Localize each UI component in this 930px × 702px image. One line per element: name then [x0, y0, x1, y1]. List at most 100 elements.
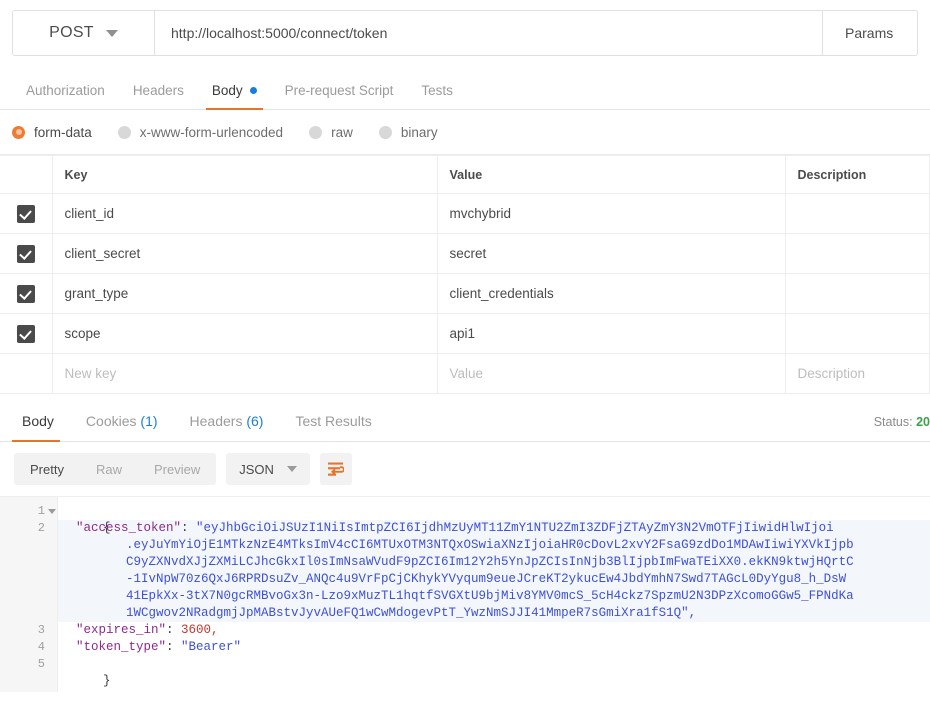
code-content: { "access_token": "eyJhbGciOiJSUzI1NiIsI…: [58, 497, 930, 692]
row-key-input[interactable]: grant_type: [51, 273, 438, 314]
json-colon: :: [166, 623, 182, 637]
chevron-down-icon: [286, 466, 297, 472]
response-tab-headers-count: (6): [246, 413, 264, 429]
modified-dot-icon: [249, 87, 257, 94]
tab-headers[interactable]: Headers: [119, 83, 198, 109]
format-mode-raw[interactable]: Raw: [80, 453, 138, 485]
code-line-4: "token_type": "Bearer": [58, 639, 930, 656]
row-value-input[interactable]: mvchybrid: [436, 193, 786, 234]
language-selector[interactable]: JSON: [226, 453, 310, 485]
json-value-access-token-part-6: 1WCgwov2NRadgmjJpMABstvJyvAUeFQ1wCwMdoge…: [58, 605, 930, 622]
http-method-label: POST: [49, 24, 94, 41]
checkbox-checked-icon[interactable]: [16, 324, 35, 343]
line-number: 1: [37, 504, 45, 518]
new-key-input[interactable]: New key: [51, 353, 438, 394]
url-bar: POST http://localhost:5000/connect/token…: [12, 10, 918, 56]
json-key-access-token: "access_token": [76, 521, 182, 535]
new-description-input[interactable]: Description: [784, 353, 930, 394]
new-row-checkbox-cell: [0, 353, 53, 394]
tab-authorization[interactable]: Authorization: [12, 83, 119, 109]
json-close-brace: }: [103, 674, 111, 688]
word-wrap-icon: [328, 462, 345, 476]
language-selector-label: JSON: [239, 461, 274, 477]
format-mode-group: Pretty Raw Preview: [14, 453, 217, 485]
status-code: 20: [916, 415, 930, 429]
http-method-selector[interactable]: POST: [13, 11, 155, 55]
body-type-binary[interactable]: binary: [378, 124, 438, 140]
body-type-binary-label: binary: [400, 124, 438, 140]
body-type-radio-group: form-data x-www-form-urlencoded raw bina…: [0, 110, 930, 155]
row-key-input[interactable]: client_secret: [51, 233, 438, 274]
json-value-access-token-part-1: "eyJhbGciOiJSUzI1NiIsImtpZCI6IjdhMzUyMT1…: [196, 521, 834, 535]
tab-tests[interactable]: Tests: [407, 83, 467, 109]
tab-headers-label: Headers: [132, 83, 184, 98]
line-number: 5: [37, 657, 45, 671]
json-value-access-token-part-3: C9yZXNvdXJjZXMiLCJhcGkxIl0sImNsaWVudF9pZ…: [58, 554, 930, 571]
row-description-input[interactable]: [784, 313, 930, 354]
json-value-expires-in: 3600,: [181, 623, 219, 637]
tab-body[interactable]: Body: [198, 83, 271, 110]
code-line-2: "access_token": "eyJhbGciOiJSUzI1NiIsImt…: [58, 520, 930, 537]
table-header-description: Description: [784, 155, 930, 194]
radio-unselected-icon: [117, 125, 131, 139]
row-value-input[interactable]: client_credentials: [436, 273, 786, 314]
json-colon: :: [166, 640, 182, 654]
table-header-value: Value: [436, 155, 786, 194]
response-tab-test-results-label: Test Results: [295, 413, 372, 429]
word-wrap-button[interactable]: [319, 453, 352, 485]
checkbox-checked-icon[interactable]: [16, 204, 35, 223]
response-tab-body-label: Body: [22, 413, 54, 429]
response-body-viewer[interactable]: 1 2 3 4 5 { "access_token": "eyJhbGciOiJ…: [0, 496, 930, 692]
checkbox-checked-icon[interactable]: [16, 244, 35, 263]
response-tab-headers-label: Headers: [189, 413, 243, 429]
code-gutter: 1 2 3 4 5: [0, 497, 58, 692]
table-row: grant_type client_credentials: [0, 273, 930, 314]
row-description-input[interactable]: [784, 233, 930, 274]
tab-pre-request-script[interactable]: Pre-request Script: [271, 83, 408, 109]
status-label: Status:: [873, 415, 913, 429]
row-checkbox-cell: [0, 193, 53, 234]
line-number: 3: [37, 623, 45, 637]
radio-unselected-icon: [309, 125, 323, 139]
response-tab-body[interactable]: Body: [12, 413, 70, 442]
json-value-access-token-part-4: -1IvNpW70z6QxJ6RPRDsuZv_ANQc4u9VrFpCjCKh…: [58, 571, 930, 588]
row-value-input[interactable]: api1: [436, 313, 786, 354]
table-row: client_secret secret: [0, 233, 930, 274]
table-row: client_id mvchybrid: [0, 193, 930, 234]
params-button[interactable]: Params: [823, 11, 917, 55]
json-colon: :: [181, 521, 197, 535]
form-data-table: Key Value Description client_id mvchybri…: [0, 155, 930, 394]
response-tab-cookies-label: Cookies: [85, 413, 137, 429]
table-row: scope api1: [0, 313, 930, 354]
format-mode-preview[interactable]: Preview: [138, 453, 216, 485]
row-description-input[interactable]: [784, 193, 930, 234]
response-tab-cookies-count: (1): [140, 413, 158, 429]
response-tab-test-results[interactable]: Test Results: [279, 413, 387, 441]
new-value-input[interactable]: Value: [436, 353, 786, 394]
format-mode-pretty[interactable]: Pretty: [14, 453, 80, 485]
row-description-input[interactable]: [784, 273, 930, 314]
line-number: 2: [37, 521, 45, 535]
table-new-row: New key Value Description: [0, 353, 930, 394]
json-value-access-token-part-5: 41EpkXx-3tX7N0gcRMBvoGx3n-Lzo9xMuzTL1hqt…: [58, 588, 930, 605]
response-tab-cookies[interactable]: Cookies (1): [70, 413, 174, 441]
body-type-urlencoded[interactable]: x-www-form-urlencoded: [117, 125, 283, 140]
response-tabs: Body Cookies (1) Headers (6) Test Result…: [0, 398, 930, 442]
fold-arrow-icon[interactable]: [48, 509, 56, 514]
code-line-5: }: [58, 656, 930, 688]
checkbox-checked-icon[interactable]: [16, 284, 35, 303]
url-input[interactable]: http://localhost:5000/connect/token: [155, 11, 823, 55]
response-tab-headers[interactable]: Headers (6): [174, 413, 280, 441]
body-type-form-data[interactable]: form-data: [12, 125, 92, 140]
row-key-input[interactable]: client_id: [51, 193, 438, 234]
request-tabs: Authorization Headers Body Pre-request S…: [0, 68, 930, 110]
tab-body-label: Body: [211, 83, 243, 98]
row-value-input[interactable]: secret: [436, 233, 786, 274]
row-key-input[interactable]: scope: [51, 313, 438, 354]
response-format-bar: Pretty Raw Preview JSON: [0, 442, 930, 496]
json-value-access-token-part-2: .eyJuYmYiOjE1MTkzNzE4MTksImV4cCI6MTUxOTM…: [58, 537, 930, 554]
chevron-down-icon: [105, 29, 118, 37]
body-type-raw[interactable]: raw: [309, 125, 353, 140]
status-badge: Status: 20: [874, 415, 930, 429]
code-line-1: {: [58, 503, 930, 535]
